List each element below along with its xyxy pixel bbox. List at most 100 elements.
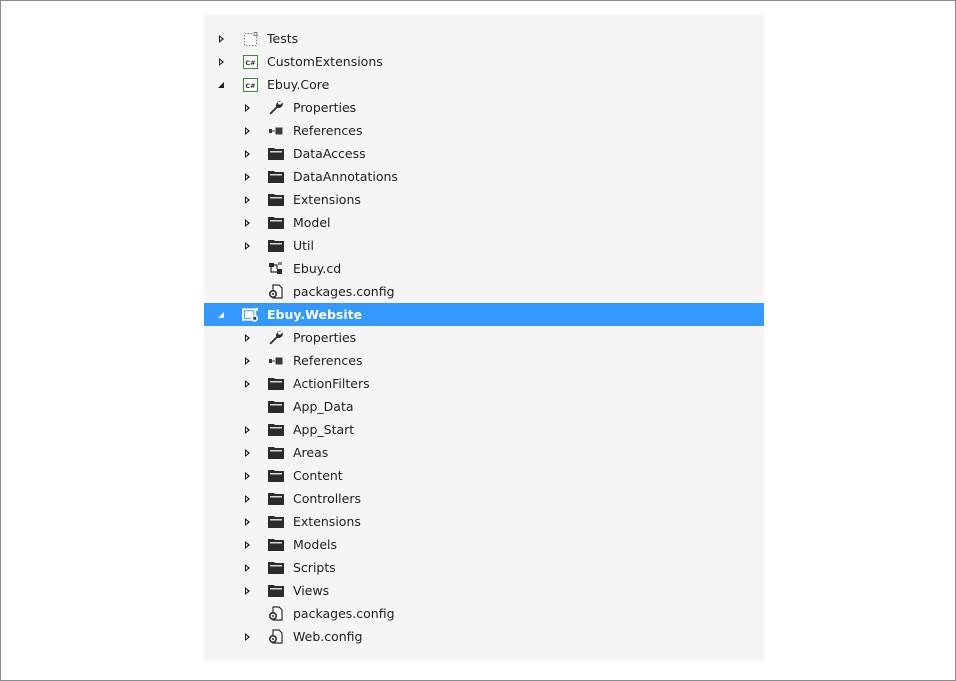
class-diagram-icon: [267, 260, 284, 277]
folder-icon: [267, 237, 284, 254]
tree-node-label: packages.config: [293, 284, 395, 299]
csharp-project-icon: C#: [242, 53, 259, 70]
tree-node-properties[interactable]: Properties: [204, 326, 764, 349]
tree-node-label: DataAccess: [293, 146, 366, 161]
tree-node-references[interactable]: References: [204, 349, 764, 372]
web-project-icon: [242, 306, 259, 323]
references-icon: [267, 122, 284, 139]
svg-text:C#: C#: [245, 82, 255, 90]
collapse-arrow-icon[interactable]: [215, 73, 227, 96]
expand-arrow-icon[interactable]: [241, 349, 253, 372]
folder-icon: [267, 559, 284, 576]
tree-node-model[interactable]: Model: [204, 211, 764, 234]
tree-node-label: References: [293, 353, 363, 368]
expand-arrow-icon[interactable]: [241, 211, 253, 234]
tree-node-label: Ebuy.cd: [293, 261, 342, 276]
expand-arrow-icon[interactable]: [241, 487, 253, 510]
expand-arrow-icon[interactable]: [241, 142, 253, 165]
tree-node-tests[interactable]: Tests: [204, 27, 764, 50]
tree-node-controllers[interactable]: Controllers: [204, 487, 764, 510]
tree-node-label: DataAnnotations: [293, 169, 398, 184]
expand-arrow-icon[interactable]: [241, 464, 253, 487]
tree-node-label: Ebuy.Website: [267, 307, 363, 322]
tree-node-dataannotations[interactable]: DataAnnotations: [204, 165, 764, 188]
tree-node-references[interactable]: References: [204, 119, 764, 142]
tree-node-label: Tests: [267, 31, 299, 46]
expand-arrow-icon[interactable]: [241, 119, 253, 142]
tree-node-ebuy-core[interactable]: C# Ebuy.Core: [204, 73, 764, 96]
tree-node-properties[interactable]: Properties: [204, 96, 764, 119]
tree-node-label: Extensions: [293, 192, 361, 207]
tree-node-scripts[interactable]: Scripts: [204, 556, 764, 579]
tree-node-label: References: [293, 123, 363, 138]
window-frame: Tests C# CustomExtensions C# Ebuy.Core Proper…: [0, 0, 956, 681]
folder-icon: [267, 513, 284, 530]
tree-node-util[interactable]: Util: [204, 234, 764, 257]
tree-node-ebuy-website[interactable]: Ebuy.Website: [204, 303, 764, 326]
tree-node-ebuy-cd[interactable]: Ebuy.cd: [204, 257, 764, 280]
expand-arrow-icon[interactable]: [241, 96, 253, 119]
tree-node-dataaccess[interactable]: DataAccess: [204, 142, 764, 165]
test-project-icon: [242, 30, 259, 47]
folder-icon: [267, 168, 284, 185]
expand-arrow-icon[interactable]: [241, 579, 253, 602]
folder-icon: [267, 467, 284, 484]
config-file-icon: [267, 283, 284, 300]
collapse-arrow-icon[interactable]: [215, 303, 227, 326]
tree-node-areas[interactable]: Areas: [204, 441, 764, 464]
expand-arrow-icon[interactable]: [241, 234, 253, 257]
tree-node-app-start[interactable]: App_Start: [204, 418, 764, 441]
tree-node-label: Areas: [293, 445, 329, 460]
folder-icon: [267, 444, 284, 461]
tree-node-label: CustomExtensions: [267, 54, 383, 69]
solution-explorer-panel: Tests C# CustomExtensions C# Ebuy.Core Proper…: [204, 15, 764, 661]
tree-node-packages-config[interactable]: packages.config: [204, 280, 764, 303]
expand-arrow-icon[interactable]: [241, 441, 253, 464]
solution-tree: Tests C# CustomExtensions C# Ebuy.Core Proper…: [204, 27, 764, 648]
expand-arrow-icon[interactable]: [215, 50, 227, 73]
tree-node-web-config[interactable]: Web.config: [204, 625, 764, 648]
tree-node-label: Scripts: [293, 560, 336, 575]
tree-node-extensions[interactable]: Extensions: [204, 188, 764, 211]
tree-node-packages-config[interactable]: packages.config: [204, 602, 764, 625]
folder-icon: [267, 191, 284, 208]
expand-arrow-icon[interactable]: [241, 625, 253, 648]
config-file-icon: [267, 605, 284, 622]
folder-icon: [267, 214, 284, 231]
tree-node-label: Controllers: [293, 491, 361, 506]
tree-node-label: Properties: [293, 100, 357, 115]
folder-icon: [267, 582, 284, 599]
references-icon: [267, 352, 284, 369]
folder-icon: [267, 145, 284, 162]
tree-node-extensions[interactable]: Extensions: [204, 510, 764, 533]
tree-node-label: App_Start: [293, 422, 355, 437]
expand-arrow-icon[interactable]: [215, 27, 227, 50]
tree-node-label: Ebuy.Core: [267, 77, 330, 92]
tree-node-content[interactable]: Content: [204, 464, 764, 487]
tree-node-actionfilters[interactable]: ActionFilters: [204, 372, 764, 395]
expand-arrow-icon[interactable]: [241, 188, 253, 211]
expand-arrow-icon[interactable]: [241, 372, 253, 395]
expand-arrow-icon[interactable]: [241, 533, 253, 556]
tree-node-app-data[interactable]: App_Data: [204, 395, 764, 418]
tree-node-label: Properties: [293, 330, 357, 345]
tree-node-label: Content: [293, 468, 343, 483]
expand-arrow-icon[interactable]: [241, 510, 253, 533]
tree-node-label: Extensions: [293, 514, 361, 529]
tree-node-label: Util: [293, 238, 314, 253]
tree-node-models[interactable]: Models: [204, 533, 764, 556]
folder-icon: [267, 421, 284, 438]
tree-node-label: Models: [293, 537, 338, 552]
expand-arrow-icon[interactable]: [241, 556, 253, 579]
config-file-icon: [267, 628, 284, 645]
tree-node-views[interactable]: Views: [204, 579, 764, 602]
tree-node-label: Web.config: [293, 629, 363, 644]
wrench-icon: [267, 99, 284, 116]
tree-node-label: Model: [293, 215, 331, 230]
expand-arrow-icon[interactable]: [241, 326, 253, 349]
expand-arrow-icon[interactable]: [241, 418, 253, 441]
folder-icon: [267, 375, 284, 392]
expand-arrow-icon[interactable]: [241, 165, 253, 188]
tree-node-customextensions[interactable]: C# CustomExtensions: [204, 50, 764, 73]
folder-icon: [267, 536, 284, 553]
